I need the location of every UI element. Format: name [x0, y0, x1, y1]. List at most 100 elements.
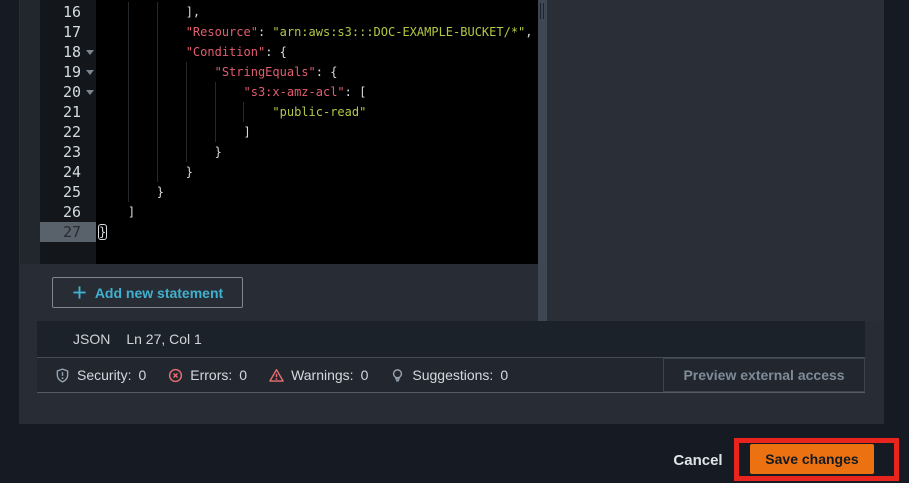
code-line: }: [96, 182, 538, 202]
splitter-grip-icon: [543, 3, 544, 19]
error-icon: [168, 368, 183, 383]
line-number: 17: [63, 23, 81, 41]
indent-guide: [128, 82, 129, 102]
gutter-row: 18: [40, 42, 96, 62]
line-number: 23: [63, 143, 81, 161]
bucket-policy-editor-screen: 16 17 18 19 20 21 22 23 24 25 26 27 ], "Resource": …: [0, 0, 909, 483]
code-line: "s3:x-amz-acl": [: [96, 82, 538, 102]
text-cursor: }: [99, 225, 106, 239]
code-line: }: [96, 162, 538, 182]
cancel-button[interactable]: Cancel: [668, 448, 728, 472]
code-line: }: [96, 222, 538, 242]
line-number: 20: [63, 83, 81, 101]
code-line: "Resource": "arn:aws:s3:::DOC-EXAMPLE-BU…: [96, 22, 538, 42]
line-number: 21: [63, 103, 81, 121]
gutter-row: 16: [40, 2, 96, 22]
shield-icon: [55, 368, 70, 383]
indent-guide: [186, 142, 187, 162]
editor-gutter: 16 17 18 19 20 21 22 23 24 25 26 27: [40, 0, 96, 264]
gutter-row: 19: [40, 62, 96, 82]
indent-guide: [186, 122, 187, 142]
warnings-count: 0: [361, 367, 369, 383]
right-panel: [547, 0, 884, 321]
indent-guide: [157, 2, 158, 22]
fold-arrow-icon[interactable]: [86, 70, 94, 75]
indent-guide: [128, 182, 129, 202]
security-label: Security:: [77, 367, 131, 383]
indent-guide: [215, 102, 216, 122]
gutter-row: 25: [40, 182, 96, 202]
indent-guide: [215, 82, 216, 102]
line-number: 19: [63, 63, 81, 81]
add-new-statement-label: Add new statement: [95, 285, 223, 301]
indent-guide: [128, 62, 129, 82]
policy-code-editor[interactable]: ], "Resource": "arn:aws:s3:::DOC-EXAMPLE…: [96, 0, 538, 264]
indent-guide: [215, 122, 216, 142]
indent-guide: [128, 142, 129, 162]
splitter-grip-icon: [540, 3, 541, 19]
line-number: 25: [63, 183, 81, 201]
bulb-icon: [390, 368, 405, 383]
gutter-row: 20: [40, 82, 96, 102]
code-line: "Condition": {: [96, 42, 538, 62]
gutter-row: 23: [40, 142, 96, 162]
indent-guide: [157, 102, 158, 122]
plus-icon: [72, 285, 87, 300]
security-count: 0: [138, 367, 146, 383]
policy-editor-card: 16 17 18 19 20 21 22 23 24 25 26 27 ], "Resource": …: [19, 0, 884, 424]
line-number: 24: [63, 163, 81, 181]
warnings-label: Warnings:: [291, 367, 354, 383]
code-line: ]: [96, 202, 538, 222]
gutter-row: 27: [40, 222, 96, 242]
cursor-position: Ln 27, Col 1: [126, 331, 202, 347]
errors-status: Errors: 0: [168, 367, 247, 383]
fold-arrow-icon[interactable]: [86, 90, 94, 95]
suggestions-count: 0: [500, 367, 508, 383]
fold-arrow-icon[interactable]: [86, 50, 94, 55]
gutter-row: 21: [40, 102, 96, 122]
indent-guide: [186, 62, 187, 82]
line-number: 27: [63, 223, 81, 241]
code-line: "StringEquals": {: [96, 62, 538, 82]
indent-guide: [128, 102, 129, 122]
indent-guide: [243, 102, 244, 122]
editor-annotation-strip: [20, 0, 40, 264]
code-line: }: [96, 142, 538, 162]
indent-guide: [157, 162, 158, 182]
indent-guide: [128, 42, 129, 62]
code-line: "public-read": [96, 102, 538, 122]
line-number: 18: [63, 43, 81, 61]
indent-guide: [128, 2, 129, 22]
warning-icon: [269, 368, 284, 383]
add-new-statement-button[interactable]: Add new statement: [52, 277, 243, 308]
code-line: ],: [96, 2, 538, 22]
indent-guide: [128, 122, 129, 142]
indent-guide: [157, 82, 158, 102]
line-number: 22: [63, 123, 81, 141]
indent-guide: [157, 62, 158, 82]
line-number: 26: [63, 203, 81, 221]
editor-status-bar: JSON Ln 27, Col 1: [37, 321, 865, 357]
indent-guide: [157, 42, 158, 62]
language-indicator: JSON: [73, 331, 110, 347]
indent-guide: [128, 22, 129, 42]
errors-count: 0: [239, 367, 247, 383]
panel-splitter-handle[interactable]: [538, 0, 547, 321]
warnings-status: Warnings: 0: [269, 367, 368, 383]
gutter-row: 24: [40, 162, 96, 182]
preview-external-access-button[interactable]: Preview external access: [663, 358, 865, 392]
gutter-row: 26: [40, 202, 96, 222]
indent-guide: [186, 102, 187, 122]
suggestions-label: Suggestions:: [412, 367, 493, 383]
indent-guide: [157, 122, 158, 142]
errors-label: Errors:: [190, 367, 232, 383]
save-changes-button[interactable]: Save changes: [750, 444, 874, 474]
security-status: Security: 0: [55, 367, 146, 383]
code-line: ]: [96, 122, 538, 142]
indent-guide: [157, 142, 158, 162]
gutter-row: 22: [40, 122, 96, 142]
suggestions-status: Suggestions: 0: [390, 367, 508, 383]
indent-guide: [157, 22, 158, 42]
gutter-row: 17: [40, 22, 96, 42]
line-number: 16: [63, 3, 81, 21]
